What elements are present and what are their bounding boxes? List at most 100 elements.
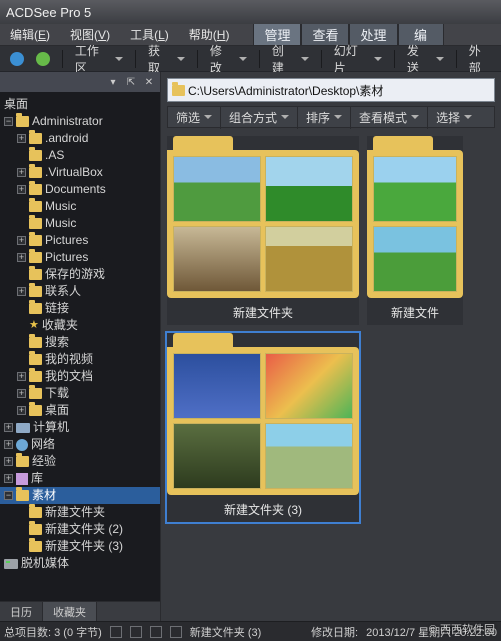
tree-offline-media[interactable]: 脱机媒体: [0, 555, 160, 572]
tree-folder[interactable]: 保存的游戏: [0, 266, 160, 283]
status-crop-icon[interactable]: [170, 626, 182, 638]
folder-icon: [16, 456, 29, 467]
folder-preview: [367, 150, 463, 298]
status-count: 总项目数: 3 (0 字节): [4, 624, 102, 640]
nav-forward-button[interactable]: [30, 50, 56, 68]
folder-icon: [29, 235, 42, 246]
thumbnail-image: [373, 226, 457, 292]
expand-icon[interactable]: +: [17, 406, 26, 415]
collapse-icon[interactable]: −: [4, 491, 13, 500]
separator: [321, 50, 322, 68]
titlebar: ACDSee Pro 5: [0, 0, 501, 24]
sidebar-header: ▾ ⇱ ✕: [0, 72, 160, 92]
thumbnail-image: [265, 423, 353, 489]
tree-experience[interactable]: +经验: [0, 453, 160, 470]
tree-folder[interactable]: .AS: [0, 147, 160, 164]
folder-tab-icon: [373, 136, 433, 150]
tree-computer[interactable]: +计算机: [0, 419, 160, 436]
tree-folder[interactable]: +Documents: [0, 181, 160, 198]
tree-material[interactable]: −素材: [0, 487, 160, 504]
expand-icon[interactable]: +: [17, 236, 26, 245]
folder-icon: [29, 337, 42, 348]
folder-item-selected[interactable]: 新建文件夹 (3): [167, 333, 359, 522]
tree-folder[interactable]: +Pictures: [0, 249, 160, 266]
tree-network[interactable]: +网络: [0, 436, 160, 453]
content-pane: C:\Users\Administrator\Desktop\素材 筛选 组合方…: [161, 72, 501, 621]
expand-icon[interactable]: +: [17, 287, 26, 296]
forward-icon: [36, 52, 50, 66]
panel-pin-icon[interactable]: ⇱: [124, 75, 138, 89]
folder-icon: [29, 150, 42, 161]
tree-folder[interactable]: +下载: [0, 385, 160, 402]
status-refresh-icon[interactable]: [110, 626, 122, 638]
tree-folder[interactable]: 搜索: [0, 334, 160, 351]
drive-icon: [4, 559, 18, 569]
separator: [394, 50, 395, 68]
tree-newfolder[interactable]: 新建文件夹: [0, 504, 160, 521]
expand-icon[interactable]: +: [4, 423, 13, 432]
folder-item[interactable]: 新建文件夹: [167, 136, 359, 325]
sidebar-tab-calendar[interactable]: 日历: [0, 602, 43, 621]
tree-desktop-root[interactable]: 桌面: [0, 96, 160, 113]
tree-library[interactable]: +库: [0, 470, 160, 487]
nav-back-button[interactable]: [4, 50, 30, 68]
collapse-icon[interactable]: −: [4, 117, 13, 126]
thumbnail-image: [265, 353, 353, 419]
panel-close-icon[interactable]: ✕: [142, 75, 156, 89]
expand-icon[interactable]: +: [17, 389, 26, 398]
filter-menu[interactable]: 筛选: [168, 106, 221, 129]
folder-icon: [29, 303, 42, 314]
tree-newfolder[interactable]: 新建文件夹 (2): [0, 521, 160, 538]
tree-folder[interactable]: 我的视频: [0, 351, 160, 368]
tree-folder[interactable]: Music: [0, 215, 160, 232]
folder-label: 新建文件夹 (3): [167, 495, 359, 522]
folder-icon: [29, 201, 42, 212]
panel-menu-icon[interactable]: ▾: [106, 75, 120, 89]
library-icon: [16, 473, 28, 485]
tree-folder[interactable]: +桌面: [0, 402, 160, 419]
sort-menu[interactable]: 排序: [298, 106, 351, 129]
tree-folder[interactable]: 链接: [0, 300, 160, 317]
folder-icon: [29, 218, 42, 229]
sidebar-tab-favorites[interactable]: 收藏夹: [43, 602, 97, 621]
tree-folder[interactable]: ★收藏夹: [0, 317, 160, 334]
tree-folder[interactable]: +联系人: [0, 283, 160, 300]
tree-folder[interactable]: +我的文档: [0, 368, 160, 385]
status-modified-value: 2013/12/7 星期六 20:22:30: [366, 624, 497, 640]
folder-icon: [29, 388, 42, 399]
back-icon: [10, 52, 24, 66]
expand-icon[interactable]: +: [17, 372, 26, 381]
tree-folder[interactable]: Music: [0, 198, 160, 215]
select-menu[interactable]: 选择: [428, 106, 480, 129]
expand-icon[interactable]: +: [4, 474, 13, 483]
expand-icon[interactable]: +: [4, 457, 13, 466]
expand-icon[interactable]: +: [17, 168, 26, 177]
sidebar-tabstrip: 日历 收藏夹: [0, 601, 160, 621]
tree-user[interactable]: −Administrator: [0, 113, 160, 130]
thumbnail-image: [173, 226, 261, 292]
thumbnail-image: [173, 156, 261, 222]
tree-folder[interactable]: +.VirtualBox: [0, 164, 160, 181]
tree-newfolder[interactable]: 新建文件夹 (3): [0, 538, 160, 555]
folder-tree[interactable]: 桌面 −Administrator +.android .AS +.Virtua…: [0, 92, 160, 601]
expand-icon[interactable]: +: [17, 134, 26, 143]
group-menu[interactable]: 组合方式: [221, 106, 298, 129]
folder-icon: [29, 354, 42, 365]
menu-edit[interactable]: 编辑(E): [0, 24, 60, 45]
expand-icon[interactable]: +: [17, 253, 26, 262]
folder-icon: [29, 252, 42, 263]
folder-icon: [29, 371, 42, 382]
status-close-icon[interactable]: [130, 626, 142, 638]
tree-folder[interactable]: +Pictures: [0, 232, 160, 249]
status-copy-icon[interactable]: [150, 626, 162, 638]
folder-preview: [167, 150, 359, 298]
tree-folder[interactable]: +.android: [0, 130, 160, 147]
path-bar[interactable]: C:\Users\Administrator\Desktop\素材: [167, 78, 495, 102]
expand-icon[interactable]: +: [4, 440, 13, 449]
expand-icon[interactable]: +: [17, 185, 26, 194]
folder-item[interactable]: 新建文件: [367, 136, 463, 325]
folder-icon: [29, 167, 42, 178]
viewmode-menu[interactable]: 查看模式: [351, 106, 428, 129]
user-icon: [16, 116, 29, 127]
thumbnail-area[interactable]: 新建文件夹 新建文件 新建文件夹 (3): [161, 128, 501, 621]
